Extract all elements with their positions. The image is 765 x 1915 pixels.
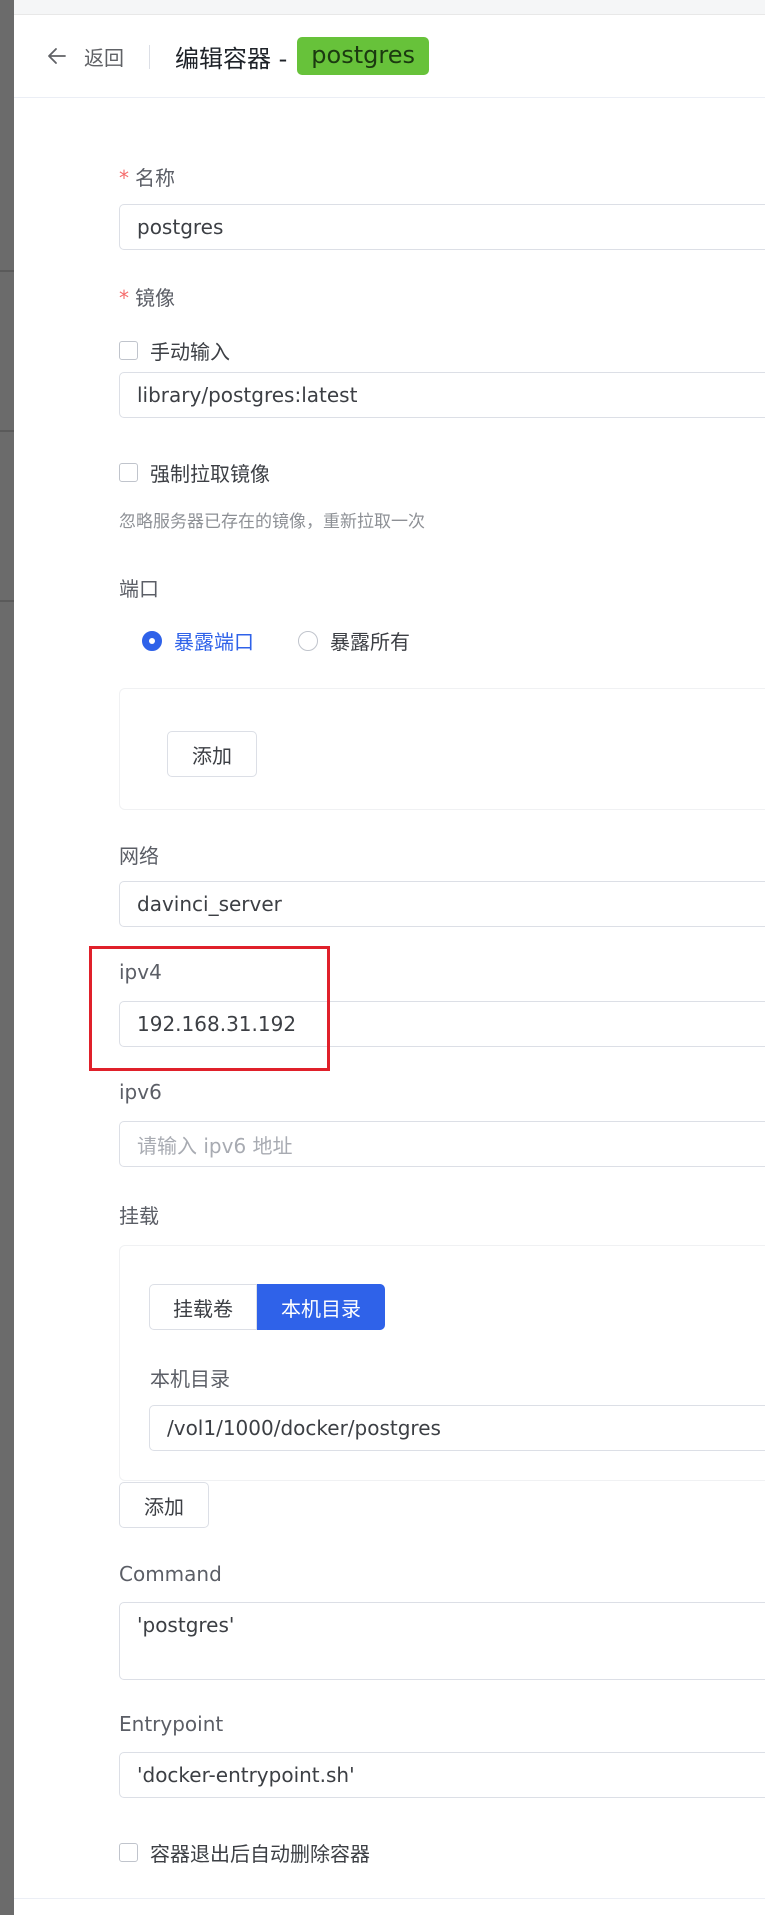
network-label: 网络 (119, 844, 159, 868)
image-input[interactable]: library/postgres:latest (119, 372, 765, 418)
name-label: * 名称 (119, 166, 175, 190)
name-input[interactable]: postgres (119, 204, 765, 250)
ipv4-input[interactable]: 192.168.31.192 (119, 1001, 765, 1047)
page-header: 返回 编辑容器 - postgres (14, 15, 765, 98)
strip-divider (0, 600, 14, 602)
bottom-divider (14, 1898, 765, 1899)
required-mark: * (119, 286, 129, 310)
manual-input-label: 手动输入 (150, 340, 230, 364)
header-divider (149, 45, 150, 69)
strip-divider (0, 430, 14, 432)
page-title: 编辑容器 - postgres (175, 15, 429, 97)
entrypoint-input[interactable]: 'docker-entrypoint.sh' (119, 1752, 765, 1798)
sidebar-overlay-strip (0, 0, 14, 1915)
back-button[interactable]: 返回 (46, 15, 124, 97)
ports-panel: 添加 (119, 688, 765, 810)
top-bar (14, 0, 765, 15)
back-label: 返回 (84, 45, 124, 70)
add-mount-button[interactable]: 添加 (119, 1482, 209, 1528)
tab-host-dir[interactable]: 本机目录 (257, 1284, 385, 1330)
ports-radio-group: 暴露端口 暴露所有 (142, 626, 454, 655)
mount-type-tabs: 挂载卷 本机目录 (149, 1284, 385, 1330)
radio-dot[interactable] (298, 630, 318, 651)
host-dir-label: 本机目录 (150, 1367, 230, 1391)
force-pull-checkbox[interactable]: 强制拉取镜像 (119, 458, 270, 487)
host-dir-input[interactable]: /vol1/1000/docker/postgres (149, 1405, 765, 1451)
ipv4-label: ipv4 (119, 960, 162, 984)
command-label: Command (119, 1562, 222, 1586)
add-port-button[interactable]: 添加 (167, 731, 257, 777)
container-name-tag: postgres (297, 37, 429, 75)
checkbox-box[interactable] (119, 341, 138, 360)
radio-expose-ports[interactable]: 暴露端口 (142, 626, 254, 655)
ipv6-label: ipv6 (119, 1080, 162, 1104)
force-pull-label: 强制拉取镜像 (150, 462, 270, 486)
required-mark: * (119, 166, 129, 190)
manual-input-checkbox[interactable]: 手动输入 (119, 336, 230, 365)
network-select[interactable]: davinci_server (119, 881, 765, 927)
mount-label: 挂载 (119, 1204, 159, 1228)
ipv6-input[interactable]: 请输入 ipv6 地址 (119, 1121, 765, 1167)
image-label: * 镜像 (119, 286, 175, 310)
entrypoint-label: Entrypoint (119, 1712, 224, 1736)
auto-remove-label: 容器退出后自动删除容器 (150, 1842, 370, 1866)
mount-panel: 挂载卷 本机目录 本机目录 /vol1/1000/docker/postgres (119, 1245, 765, 1481)
auto-remove-checkbox[interactable]: 容器退出后自动删除容器 (119, 1838, 370, 1867)
checkbox-box[interactable] (119, 463, 138, 482)
ports-label: 端口 (119, 577, 159, 601)
arrow-left-icon (46, 45, 68, 67)
command-textarea[interactable]: 'postgres' (119, 1602, 765, 1680)
title-text: 编辑容器 - (175, 44, 288, 73)
radio-dot[interactable] (142, 630, 162, 651)
tab-volume[interactable]: 挂载卷 (149, 1284, 257, 1330)
strip-divider (0, 270, 14, 272)
force-pull-hint: 忽略服务器已存在的镜像，重新拉取一次 (119, 512, 425, 532)
radio-expose-all[interactable]: 暴露所有 (298, 626, 410, 655)
checkbox-box[interactable] (119, 1843, 138, 1862)
